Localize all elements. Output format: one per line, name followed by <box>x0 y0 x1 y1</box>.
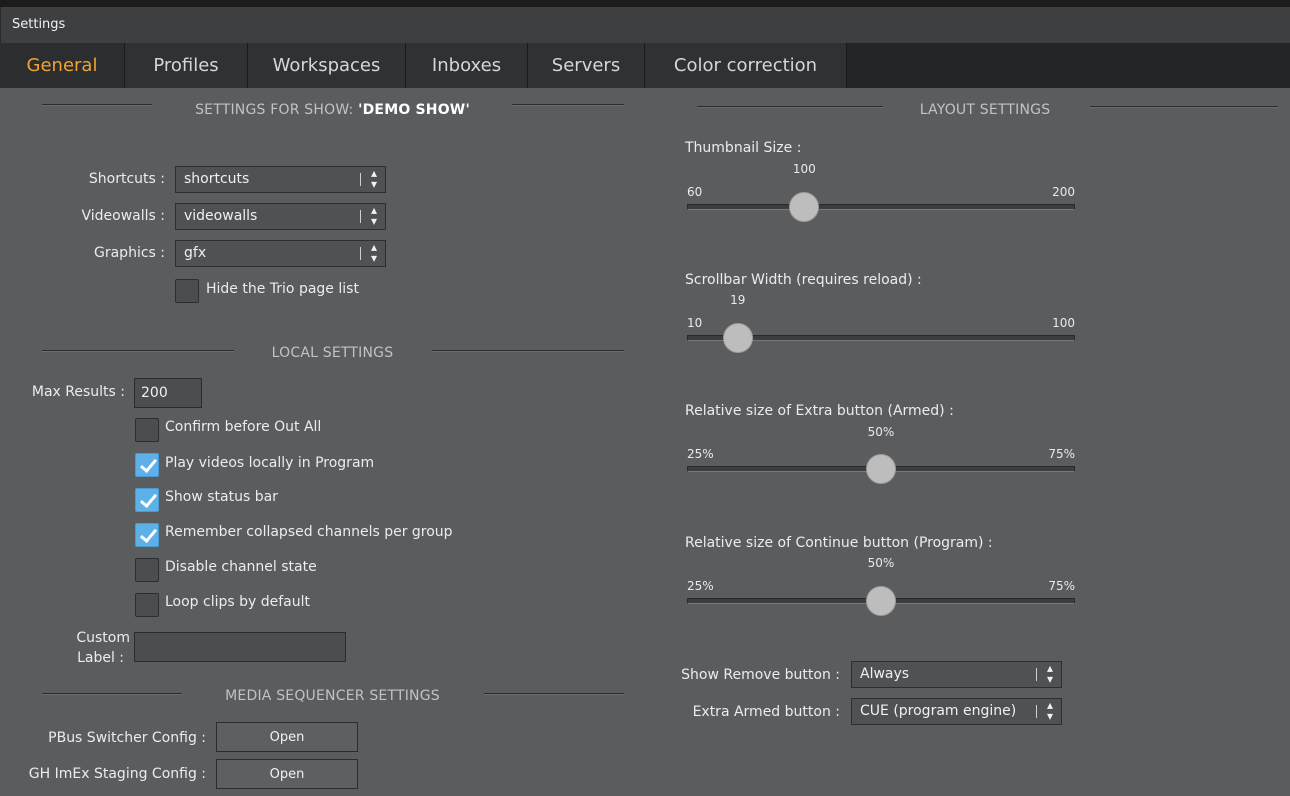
shortcuts-select[interactable]: shortcuts ▴ ▾ <box>175 166 386 193</box>
tab-servers[interactable]: Servers <box>528 43 645 88</box>
loop-clips-checkbox[interactable] <box>135 593 159 617</box>
slider-title: Scrollbar Width (requires reload) : <box>685 272 922 288</box>
slider-current-value: 19 <box>730 293 746 307</box>
confirm-out-all-checkbox[interactable] <box>135 418 159 442</box>
slider-min-label: 25% <box>687 579 714 593</box>
ghimex-label: GH ImEx Staging Config : <box>28 766 206 782</box>
show-settings-heading: SETTINGS FOR SHOW: 'DEMO SHOW' <box>160 100 505 120</box>
confirm-out-all-label: Confirm before Out All <box>165 419 322 435</box>
tab-bar: General Profiles Workspaces Inboxes Serv… <box>0 43 1290 88</box>
videowalls-label: Videowalls : <box>81 208 166 224</box>
slider-min-label: 10 <box>687 316 703 330</box>
slider-current-value: 50% <box>867 556 895 570</box>
videowalls-select-value: videowalls <box>184 208 258 224</box>
window-top-strip <box>0 0 1290 7</box>
loop-clips-label: Loop clips by default <box>165 594 311 610</box>
show-status-bar-label: Show status bar <box>165 489 278 505</box>
up-down-chevron-icon: ▴ ▾ <box>370 240 377 265</box>
ghimex-open-button[interactable]: Open <box>216 759 358 789</box>
tab-workspaces[interactable]: Workspaces <box>248 43 406 88</box>
slider-max-label: 75% <box>1048 579 1075 593</box>
slider-thumb[interactable] <box>722 323 753 353</box>
remember-collapsed-label: Remember collapsed channels per group <box>165 524 453 540</box>
window-title-bar: Settings <box>0 7 1290 43</box>
tab-inboxes[interactable]: Inboxes <box>406 43 528 88</box>
slider-thumb[interactable] <box>866 454 896 484</box>
graphics-select-value: gfx <box>184 245 207 261</box>
tab-profiles[interactable]: Profiles <box>125 43 248 88</box>
play-videos-locally-checkbox[interactable] <box>135 453 159 477</box>
up-down-chevron-icon: ▴ ▾ <box>1046 698 1053 723</box>
section-rule <box>42 104 152 106</box>
videowalls-select[interactable]: videowalls ▴ ▾ <box>175 203 386 230</box>
media-sequencer-heading: MEDIA SEQUENCER SETTINGS <box>225 688 440 704</box>
slider-max-label: 100 <box>1052 316 1075 330</box>
show-remove-select-value: Always <box>860 666 910 682</box>
extra-armed-label: Extra Armed button : <box>692 704 840 720</box>
slider-current-value: 100 <box>792 162 816 176</box>
custom-label-label-line1: Custom <box>76 630 130 646</box>
local-settings-heading: LOCAL SETTINGS <box>271 345 394 361</box>
tab-color-correction[interactable]: Color correction <box>645 43 847 88</box>
graphics-select[interactable]: gfx ▴ ▾ <box>175 240 386 267</box>
tab-general[interactable]: General <box>0 43 125 88</box>
slider-thumb[interactable] <box>789 192 820 222</box>
play-videos-locally-label: Play videos locally in Program <box>165 455 375 471</box>
extra-armed-select[interactable]: CUE (program engine) ▴ ▾ <box>851 698 1062 725</box>
custom-label-input[interactable] <box>134 632 346 662</box>
show-status-bar-checkbox[interactable] <box>135 488 159 512</box>
select-separator <box>360 210 361 223</box>
section-rule <box>1090 106 1278 108</box>
hide-trio-checkbox[interactable] <box>175 279 199 303</box>
slider-max-label: 200 <box>1052 185 1075 199</box>
up-down-chevron-icon: ▴ ▾ <box>1046 661 1053 686</box>
section-rule <box>42 350 234 352</box>
remember-collapsed-checkbox[interactable] <box>135 523 159 547</box>
show-settings-heading-prefix: SETTINGS FOR SHOW: <box>195 102 359 118</box>
disable-channel-state-label: Disable channel state <box>165 559 317 575</box>
slider-min-label: 60 <box>687 185 703 199</box>
hide-trio-label: Hide the Trio page list <box>206 281 359 297</box>
slider-title: Relative size of Continue button (Progra… <box>685 535 993 551</box>
layout-settings-heading: LAYOUT SETTINGS <box>919 102 1051 118</box>
max-results-input[interactable] <box>134 378 202 408</box>
select-separator <box>360 173 361 186</box>
slider-track[interactable] <box>687 204 1075 210</box>
pbus-switcher-label: PBus Switcher Config : <box>48 730 206 746</box>
section-rule <box>432 350 624 352</box>
show-name: 'DEMO SHOW' <box>358 102 470 118</box>
pbus-open-button[interactable]: Open <box>216 722 358 752</box>
show-remove-select[interactable]: Always ▴ ▾ <box>851 661 1062 688</box>
slider-title: Relative size of Extra button (Armed) : <box>685 403 954 419</box>
slider-title: Thumbnail Size : <box>685 140 802 156</box>
extra-armed-select-value: CUE (program engine) <box>860 703 1017 719</box>
select-separator <box>360 247 361 260</box>
slider-max-label: 75% <box>1048 447 1075 461</box>
disable-channel-state-checkbox[interactable] <box>135 558 159 582</box>
max-results-label: Max Results : <box>31 384 125 400</box>
section-rule <box>42 693 182 695</box>
custom-label-label-line2: Label : <box>77 650 124 666</box>
show-remove-label: Show Remove button : <box>681 667 840 683</box>
section-rule <box>697 106 883 108</box>
select-separator <box>1036 668 1037 681</box>
slider-thumb[interactable] <box>866 586 896 616</box>
up-down-chevron-icon: ▴ ▾ <box>370 166 377 191</box>
section-rule <box>484 693 624 695</box>
up-down-chevron-icon: ▴ ▾ <box>370 203 377 228</box>
graphics-label: Graphics : <box>94 245 165 261</box>
slider-current-value: 50% <box>867 425 895 439</box>
select-separator <box>1036 705 1037 718</box>
slider-min-label: 25% <box>687 447 714 461</box>
window-title: Settings <box>12 17 66 32</box>
section-rule <box>512 104 624 106</box>
shortcuts-label: Shortcuts : <box>88 171 165 187</box>
shortcuts-select-value: shortcuts <box>184 171 250 187</box>
